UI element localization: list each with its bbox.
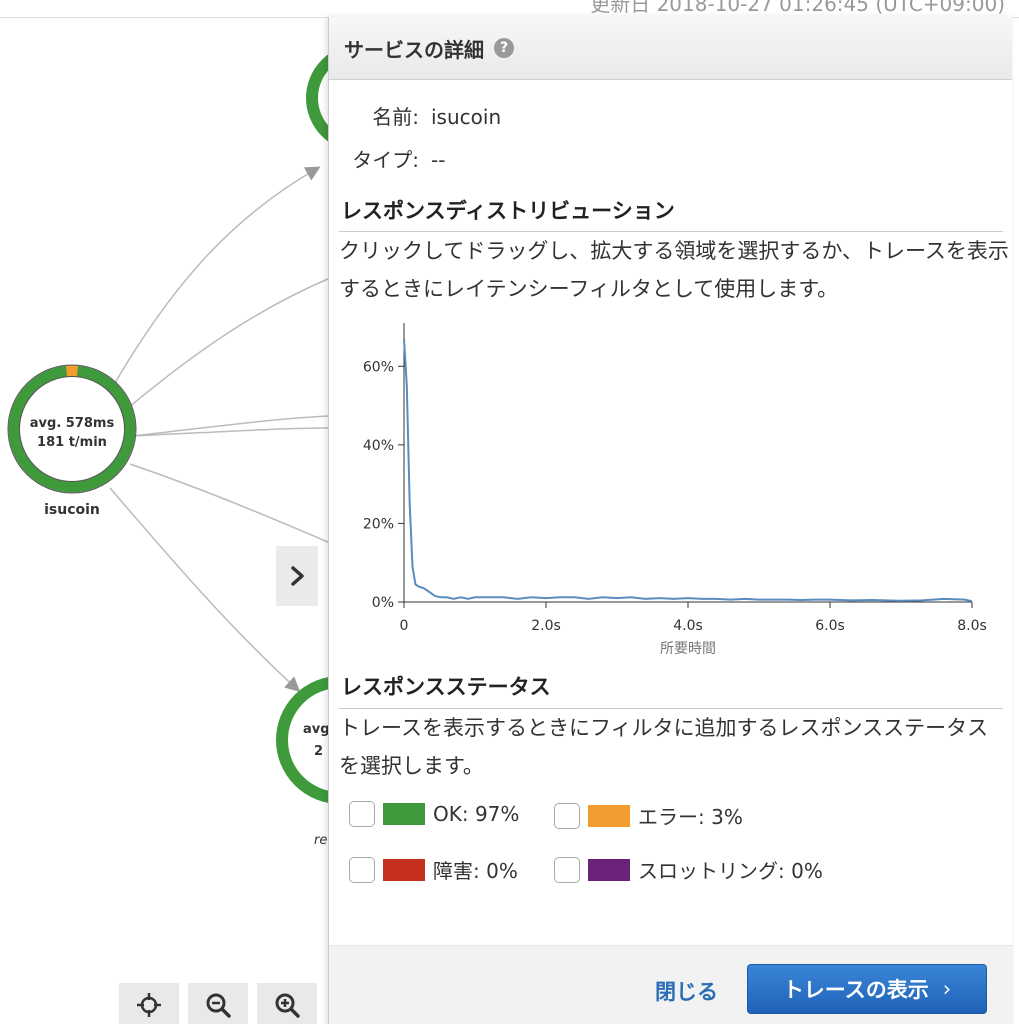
panel-header: サービスの詳細 ? xyxy=(329,17,1012,80)
node-stats: avg. 578ms 181 t/min xyxy=(17,414,127,452)
crosshair-icon xyxy=(137,993,161,1017)
node-avg-latency: avg. 578ms xyxy=(29,416,115,431)
distribution-description: クリックしてドラッグし、拡大する領域を選択するか、トレースを表示するときにレイテ… xyxy=(339,239,1009,301)
zoom-out-button[interactable] xyxy=(188,983,248,1024)
service-name-label: 名前: xyxy=(372,105,419,129)
status-throttle[interactable]: スロットリング: 0% xyxy=(554,855,823,884)
chevron-right-icon xyxy=(291,566,304,586)
panel-title: サービスの詳細 xyxy=(344,37,484,62)
node-throughput: 181 t/min xyxy=(37,435,107,450)
recenter-button[interactable] xyxy=(119,983,179,1024)
x-tick-label: 0 xyxy=(400,618,409,634)
y-tick-label: 60% xyxy=(363,359,394,375)
top-bar: 更新日 2018-10-27 01:26:45 (UTC+09:00) xyxy=(0,0,1019,18)
x-tick-label: 6.0s xyxy=(815,618,845,634)
chevron-right-icon: › xyxy=(942,977,952,1001)
chart-labels: 0% 20% 40% 60% 0 2.0s 4.0s 6.0s 8.0s 所要時間 xyxy=(363,359,987,657)
status-error[interactable]: エラー: 3% xyxy=(554,801,743,830)
status-title: レスポンスステータス xyxy=(341,675,551,699)
status-label: スロットリング: 0% xyxy=(638,859,823,883)
service-name-row: 名前: isucoin xyxy=(329,101,501,130)
zoom-in-button[interactable] xyxy=(257,983,317,1024)
status-fault[interactable]: 障害: 0% xyxy=(349,855,518,884)
zoom-in-icon xyxy=(275,993,300,1018)
status-label: 障害: 0% xyxy=(433,859,518,883)
distribution-title: レスポンスディストリビューション xyxy=(341,199,675,223)
service-details-panel: サービスの詳細 ? 名前: isucoin タイプ: -- レスポンスディストリビュ… xyxy=(328,17,1013,1024)
x-tick-label: 2.0s xyxy=(531,618,561,634)
edge-line[interactable] xyxy=(131,415,331,437)
y-tick-label: 40% xyxy=(363,438,394,454)
help-icon[interactable]: ? xyxy=(494,38,514,58)
service-type-label: タイプ: xyxy=(352,148,419,172)
expand-panel-button[interactable] xyxy=(276,546,318,606)
status-description: トレースを表示するときにフィルタに追加するレスポンスステータスを選択します。 xyxy=(339,716,989,778)
service-name-value: isucoin xyxy=(431,105,502,129)
zoom-out-icon xyxy=(206,993,231,1018)
chart-series-line xyxy=(403,338,973,603)
y-tick-label: 20% xyxy=(363,516,394,532)
checkbox[interactable] xyxy=(349,801,375,827)
partial-node-avg: avg xyxy=(303,722,330,737)
partial-node-label: re xyxy=(314,833,328,848)
close-button[interactable]: 閉じる xyxy=(655,976,718,1006)
checkbox[interactable] xyxy=(554,802,580,829)
view-traces-label: トレースの表示 xyxy=(782,978,929,1002)
service-type-row: タイプ: -- xyxy=(329,144,445,173)
panel-footer: 閉じる トレースの表示 › xyxy=(329,945,1013,1024)
response-distribution-chart[interactable]: 0% 20% 40% 60% 0 2.0s 4.0s 6.0s 8.0s 所要時間 xyxy=(329,317,1013,667)
edge-line[interactable] xyxy=(111,166,321,389)
chart-axes xyxy=(398,323,973,608)
checkbox[interactable] xyxy=(349,856,375,883)
color-swatch xyxy=(383,858,425,881)
partial-node-rate: 2 xyxy=(314,744,324,759)
color-swatch xyxy=(588,804,630,827)
service-type-value: -- xyxy=(431,148,446,172)
x-tick-label: 8.0s xyxy=(957,618,987,634)
x-axis-label: 所要時間 xyxy=(660,641,716,657)
color-swatch xyxy=(383,803,425,825)
app-stage: 更新日 2018-10-27 01:26:45 (UTC+09:00) avg.… xyxy=(0,0,1019,1024)
color-swatch xyxy=(588,858,630,881)
edge-line[interactable] xyxy=(127,277,331,409)
status-ok[interactable]: OK: 97% xyxy=(349,801,519,827)
status-label: OK: 97% xyxy=(433,802,520,826)
view-traces-button[interactable]: トレースの表示 › xyxy=(747,964,987,1014)
status-label: エラー: 3% xyxy=(638,805,743,829)
updated-timestamp: 更新日 2018-10-27 01:26:45 (UTC+09:00) xyxy=(590,0,1005,16)
x-tick-label: 4.0s xyxy=(673,618,703,634)
y-tick-label: 0% xyxy=(372,595,394,611)
node-name: isucoin xyxy=(44,502,100,518)
edge-line[interactable] xyxy=(129,463,331,544)
checkbox[interactable] xyxy=(554,856,580,883)
